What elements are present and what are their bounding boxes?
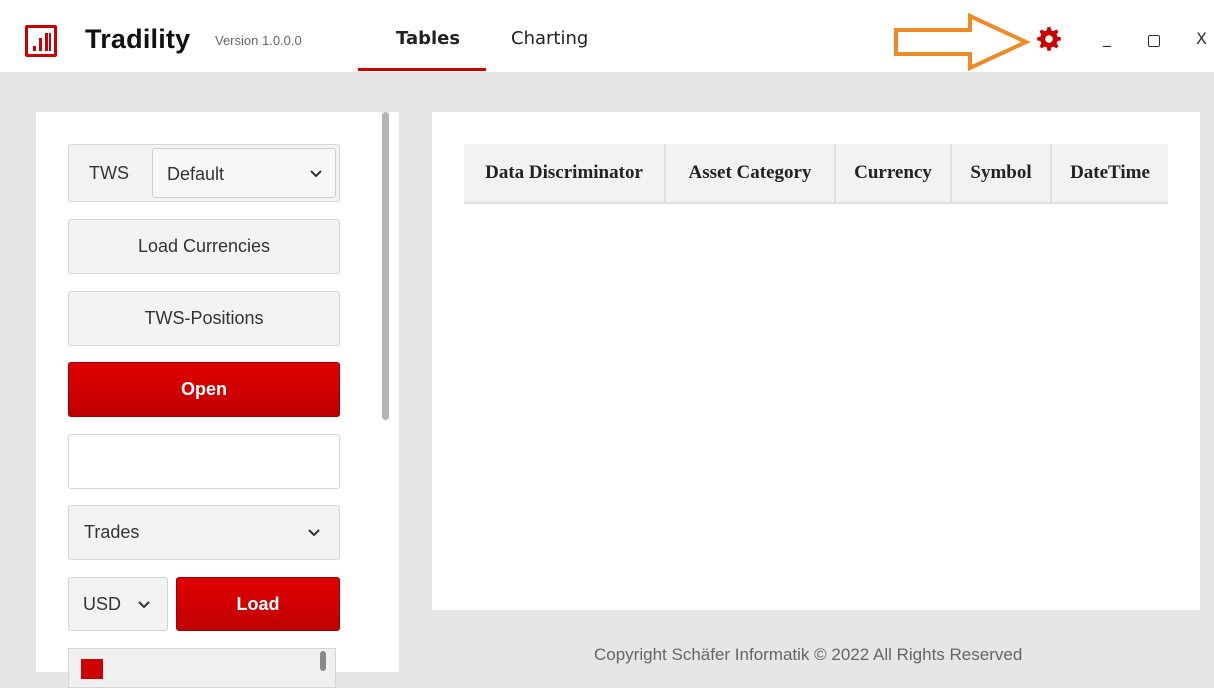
column-header-data-discriminator[interactable]: Data Discriminator <box>464 144 666 202</box>
text-input[interactable] <box>68 434 340 489</box>
annotation-arrow-icon <box>894 12 1031 72</box>
maximize-button[interactable] <box>1148 35 1160 47</box>
report-type-value: Trades <box>84 522 140 542</box>
load-currencies-button[interactable]: Load Currencies <box>68 219 340 274</box>
load-button[interactable]: Load <box>176 577 340 631</box>
list-item[interactable] <box>68 648 336 688</box>
table-panel: Data Discriminator Asset Category Curren… <box>432 112 1200 610</box>
column-header-asset-category[interactable]: Asset Category <box>666 144 836 202</box>
column-header-symbol[interactable]: Symbol <box>952 144 1052 202</box>
column-header-datetime[interactable]: DateTime <box>1052 144 1168 202</box>
chevron-down-icon <box>308 529 320 537</box>
tws-profile-value: Default <box>167 164 225 184</box>
close-button[interactable]: X <box>1196 29 1207 48</box>
chevron-down-icon <box>310 170 322 178</box>
sidebar-scrollbar-thumb[interactable] <box>382 112 389 420</box>
chevron-down-icon <box>138 601 150 609</box>
title-bar: Tradility Version 1.0.0.0 Tables Chartin… <box>0 0 1214 72</box>
report-type-select[interactable]: Trades <box>68 505 340 560</box>
list-item-marker-icon <box>81 659 103 679</box>
copyright-text: Copyright Schäfer Informatik © 2022 All … <box>594 645 1023 664</box>
app-logo-icon <box>25 25 57 57</box>
active-tab-indicator <box>358 68 486 71</box>
tws-label: TWS <box>89 163 129 183</box>
tab-charting[interactable]: Charting <box>511 28 588 49</box>
currency-select[interactable]: USD <box>68 577 168 631</box>
table-header: Data Discriminator Asset Category Curren… <box>464 144 1168 204</box>
gear-icon[interactable] <box>1036 26 1062 52</box>
sidebar-panel: TWS Default Load Currencies TWS-Position… <box>36 112 399 688</box>
currency-value: USD <box>83 594 122 614</box>
tws-profile-select[interactable]: Default <box>152 148 336 198</box>
tab-tables[interactable]: Tables <box>396 28 460 49</box>
list-scrollbar-thumb[interactable] <box>320 651 326 671</box>
tws-selector-group: TWS Default <box>68 144 340 202</box>
minimize-button[interactable]: _ <box>1103 28 1111 47</box>
app-title: Tradility <box>85 24 191 54</box>
app-version: Version 1.0.0.0 <box>215 33 302 48</box>
column-header-currency[interactable]: Currency <box>836 144 952 202</box>
open-button[interactable]: Open <box>68 362 340 417</box>
tws-positions-button[interactable]: TWS-Positions <box>68 291 340 346</box>
